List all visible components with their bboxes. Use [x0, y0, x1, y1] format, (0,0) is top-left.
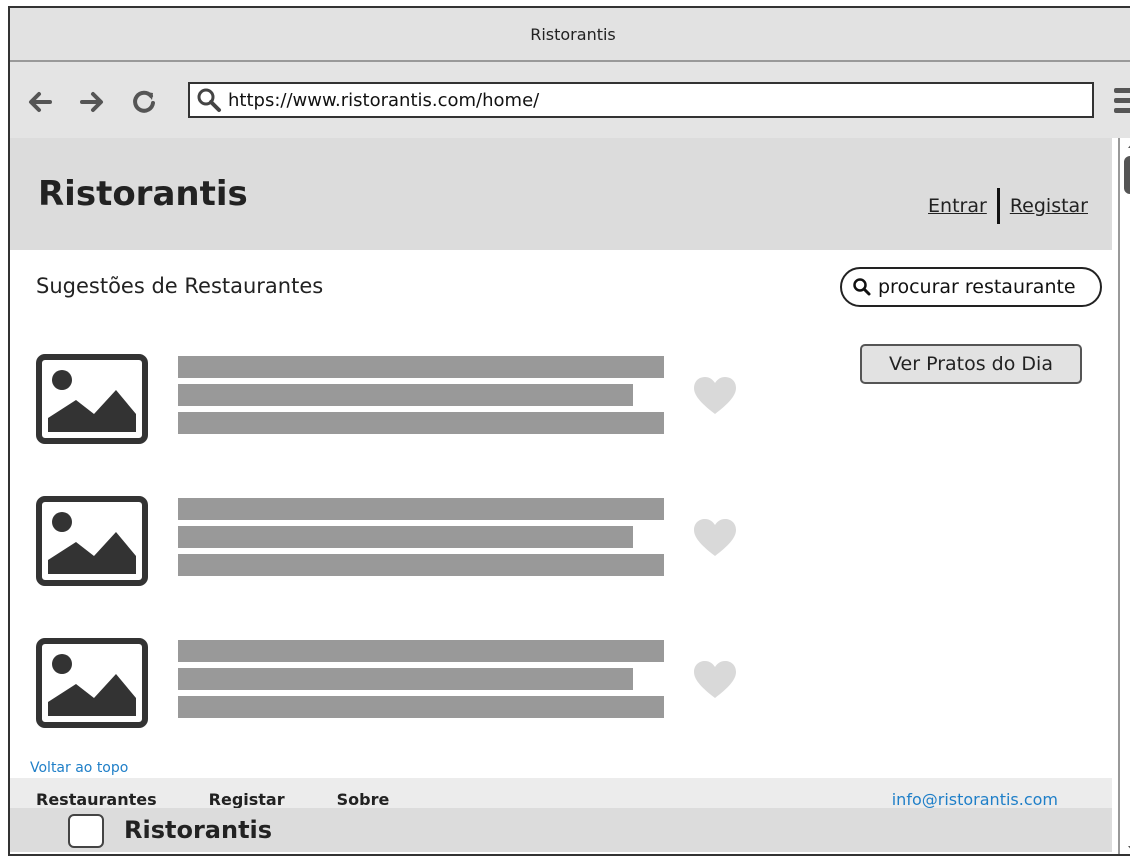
- footer-email-link[interactable]: info@ristorantis.com: [892, 790, 1058, 809]
- menu-icon[interactable]: [1114, 88, 1130, 116]
- section-title: Sugestões de Restaurantes: [36, 274, 324, 298]
- window-titlebar: Ristorantis: [10, 8, 1130, 62]
- restaurant-search[interactable]: procurar restaurante: [840, 267, 1102, 307]
- heart-icon[interactable]: [692, 518, 738, 558]
- browser-window: Ristorantis https://www.ristorantis.com/…: [8, 6, 1130, 856]
- footer-nav: Restaurantes Registar Sobre: [36, 790, 389, 809]
- vertical-scrollbar[interactable]: [1118, 138, 1130, 854]
- heart-icon[interactable]: [692, 376, 738, 416]
- heart-icon[interactable]: [692, 660, 738, 700]
- back-icon[interactable]: [26, 88, 54, 116]
- site-header: Ristorantis Entrar Registar: [10, 138, 1112, 250]
- footer-link-restaurants[interactable]: Restaurantes: [36, 790, 157, 809]
- divider: [996, 188, 1000, 224]
- auth-links: Entrar Registar: [928, 188, 1088, 224]
- browser-navbar: https://www.ristorantis.com/home/: [10, 62, 1130, 138]
- list-item[interactable]: [36, 496, 736, 590]
- footer-brand-bar: Ristorantis: [10, 808, 1112, 852]
- site-logo[interactable]: Ristorantis: [38, 174, 248, 214]
- checkbox[interactable]: [68, 814, 104, 848]
- list-item[interactable]: [36, 354, 736, 448]
- address-bar[interactable]: https://www.ristorantis.com/home/: [188, 82, 1094, 118]
- search-icon: [197, 88, 221, 112]
- image-placeholder-icon: [36, 354, 148, 444]
- window-title: Ristorantis: [530, 24, 616, 44]
- site-footer: Restaurantes Registar Sobre info@ristora…: [10, 778, 1112, 852]
- search-label: procurar restaurante: [878, 276, 1076, 298]
- url-text: https://www.ristorantis.com/home/: [228, 89, 540, 111]
- register-link[interactable]: Registar: [1010, 195, 1088, 217]
- scroll-thumb[interactable]: [1124, 156, 1130, 194]
- image-placeholder-icon: [36, 496, 148, 586]
- search-icon: [853, 278, 871, 296]
- reload-icon[interactable]: [130, 88, 158, 116]
- forward-icon[interactable]: [78, 88, 106, 116]
- footer-link-about[interactable]: Sobre: [337, 790, 390, 809]
- footer-brand: Ristorantis: [124, 816, 273, 844]
- login-link[interactable]: Entrar: [928, 195, 987, 217]
- footer-link-register[interactable]: Registar: [209, 790, 285, 809]
- daily-dishes-button[interactable]: Ver Pratos do Dia: [860, 344, 1082, 384]
- back-to-top-link[interactable]: Voltar ao topo: [30, 760, 128, 776]
- image-placeholder-icon: [36, 638, 148, 728]
- list-item[interactable]: [36, 638, 736, 732]
